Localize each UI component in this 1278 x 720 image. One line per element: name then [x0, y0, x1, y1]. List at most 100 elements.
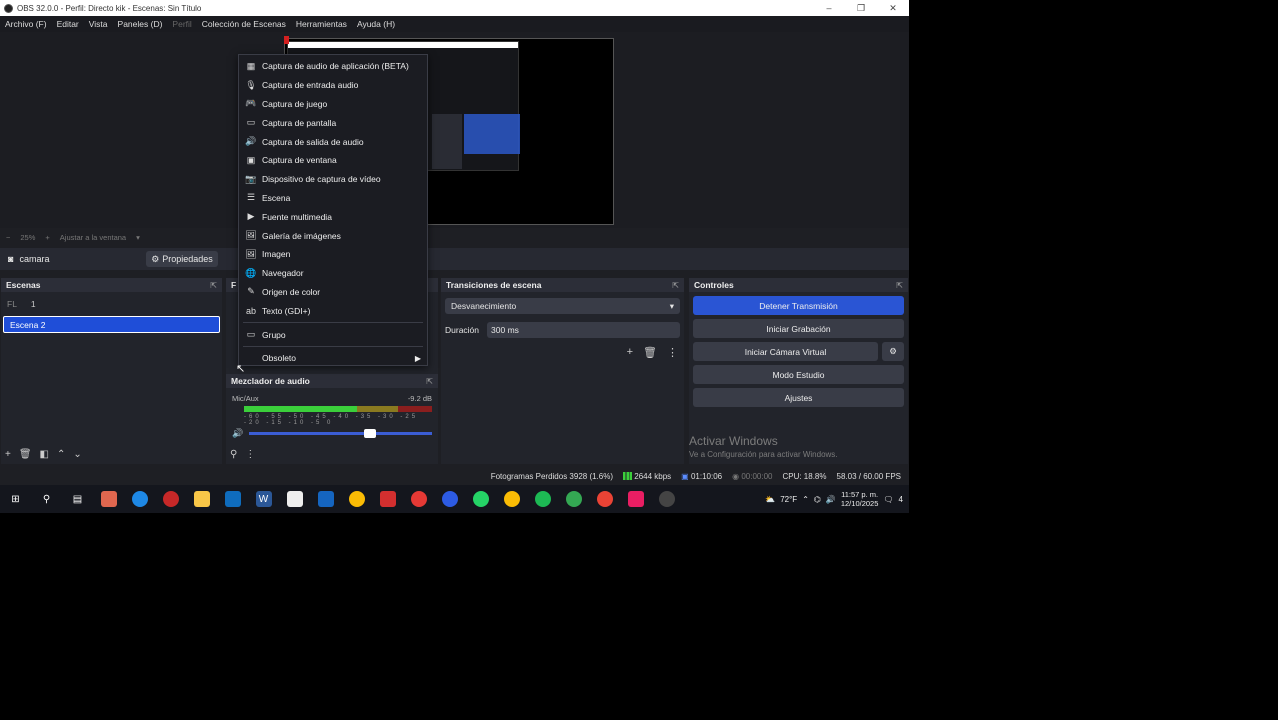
start-virtual-camera-button[interactable]: Iniciar Cámara Virtual: [693, 342, 878, 361]
restore-button[interactable]: ❐: [845, 3, 877, 14]
obs-icon[interactable]: [658, 491, 675, 507]
chrome-icon[interactable]: [503, 491, 520, 507]
menu-item-label: Grupo: [262, 329, 286, 340]
transition-select[interactable]: Desvanecimiento ▾: [445, 298, 680, 314]
speaker-icon[interactable]: 🔊: [232, 428, 243, 439]
screen-recorder-icon[interactable]: [410, 491, 427, 507]
menu-item-text-gdi[interactable]: ab Texto (GDI+): [239, 301, 427, 320]
menu-item-label: Captura de ventana: [262, 155, 337, 166]
link-icon[interactable]: ⚲: [230, 449, 237, 460]
add-icon[interactable]: +: [5, 449, 11, 460]
scene-item-selected[interactable]: Escena 2: [3, 316, 220, 333]
trash-icon[interactable]: 🗑: [643, 346, 657, 359]
menu-item-deprecated[interactable]: Obsoleto ▶: [239, 349, 427, 368]
undock-icon[interactable]: ⇱: [210, 281, 217, 290]
defender-icon[interactable]: [317, 491, 334, 507]
zoom-in-icon[interactable]: +: [45, 233, 49, 242]
menu-item-label: Origen de color: [262, 286, 321, 297]
properties-button[interactable]: ⚙ Propiedades: [146, 251, 218, 267]
menu-item-audio-input-capture[interactable]: 🎙 Captura de entrada audio: [239, 76, 427, 95]
scene-item[interactable]: FL 1: [1, 296, 222, 312]
zoom-icon[interactable]: [441, 491, 458, 507]
channel-name: Mic/Aux: [232, 394, 259, 403]
chrome-icon[interactable]: [348, 491, 365, 507]
menu-item-group[interactable]: ▭ Grupo: [239, 325, 427, 344]
task-view-icon[interactable]: ▤: [70, 491, 86, 507]
settings-button[interactable]: Ajustes: [693, 388, 904, 407]
network-icon[interactable]: ⌬: [814, 495, 821, 504]
menu-item-display-capture[interactable]: ▭ Captura de pantalla: [239, 113, 427, 132]
live-status: ▣ 01:10:06: [681, 472, 722, 481]
opera-icon[interactable]: [162, 491, 179, 507]
word-icon[interactable]: W: [255, 491, 272, 507]
source-toolbar: ◙ camara ⚙ Propiedades: [0, 248, 909, 270]
close-button[interactable]: ✕: [877, 3, 909, 14]
more-options-icon[interactable]: ⋮: [667, 346, 678, 359]
move-up-icon[interactable]: ⌃: [57, 449, 65, 460]
spotify-icon[interactable]: [534, 491, 551, 507]
menu-separator: [243, 345, 423, 347]
menu-item-audio-output-capture[interactable]: 🔊 Captura de salida de audio: [239, 132, 427, 151]
tiktok-icon[interactable]: [627, 491, 644, 507]
windows-start-icon[interactable]: ⊞: [8, 491, 24, 507]
menu-item-label: Dispositivo de captura de vídeo: [262, 174, 381, 185]
weather-icon[interactable]: ⛅: [765, 495, 775, 504]
gear-icon[interactable]: ⚙: [882, 342, 904, 361]
studio-mode-button[interactable]: Modo Estudio: [693, 365, 904, 384]
undock-icon[interactable]: ⇱: [426, 377, 433, 386]
copilot-icon[interactable]: [100, 491, 117, 507]
outlook-icon[interactable]: [224, 491, 241, 507]
notifications-icon[interactable]: 🗨: [883, 495, 893, 504]
scene-icon: FL: [7, 299, 17, 309]
menu-archivo[interactable]: Archivo (F): [5, 19, 47, 29]
meter-ticks: -60 -55 -50 -45 -40 -35 -30 -25 -20 -15 …: [244, 414, 419, 426]
add-icon[interactable]: +: [627, 346, 633, 359]
menu-item-browser[interactable]: 🌐 Navegador: [239, 264, 427, 283]
chevron-up-icon[interactable]: ⌃: [802, 495, 809, 504]
store-icon[interactable]: [286, 491, 303, 507]
more-options-icon[interactable]: ⋮: [245, 449, 255, 460]
menu-vista[interactable]: Vista: [89, 19, 108, 29]
menu-perfil[interactable]: Perfil: [172, 19, 191, 29]
whatsapp-icon[interactable]: [472, 491, 489, 507]
menu-herramientas[interactable]: Herramientas: [296, 19, 347, 29]
menu-paneles[interactable]: Paneles (D): [118, 19, 163, 29]
volume-icon[interactable]: 🔊: [826, 495, 836, 504]
menu-item-window-capture[interactable]: ▣ Captura de ventana: [239, 151, 427, 170]
menu-item-color-source[interactable]: ✎ Origen de color: [239, 283, 427, 302]
trash-icon[interactable]: 🗑: [19, 449, 32, 460]
zoom-out-icon[interactable]: −: [6, 233, 10, 242]
edge-icon[interactable]: [131, 491, 148, 507]
menu-item-label: Captura de audio de aplicación (BETA): [262, 61, 409, 72]
system-clock[interactable]: 11:57 p. m. 12/10/2025: [841, 490, 879, 508]
minimize-button[interactable]: –: [813, 3, 845, 14]
start-recording-button[interactable]: Iniciar Grabación: [693, 319, 904, 338]
chrome-profile-icon[interactable]: [565, 491, 582, 507]
chevron-down-icon[interactable]: ▾: [136, 233, 140, 242]
menu-item-video-capture-device[interactable]: 📷 Dispositivo de captura de vídeo: [239, 170, 427, 189]
duration-spinbox[interactable]: 300 ms: [487, 322, 680, 338]
weather-temp[interactable]: 72°F: [780, 495, 797, 504]
move-down-icon[interactable]: ⌄: [73, 449, 81, 460]
chrome-alt-icon[interactable]: [596, 491, 613, 507]
undock-icon[interactable]: ⇱: [896, 281, 903, 290]
zoom-fit-select[interactable]: Ajustar a la ventana: [60, 233, 126, 242]
volume-slider-knob[interactable]: [364, 429, 377, 438]
menu-item-app-audio-capture[interactable]: ▦ Captura de audio de aplicación (BETA): [239, 57, 427, 76]
menu-item-media-source[interactable]: ▶ Fuente multimedia: [239, 207, 427, 226]
menu-item-scene[interactable]: ☰ Escena: [239, 189, 427, 208]
volume-slider[interactable]: [249, 429, 432, 438]
search-icon[interactable]: ⚲: [39, 491, 55, 507]
menu-ayuda[interactable]: Ayuda (H): [357, 19, 395, 29]
menu-coleccion-escenas[interactable]: Colección de Escenas: [202, 19, 286, 29]
title-bar: OBS 32.0.0 - Perfil: Directo kik - Escen…: [0, 0, 909, 16]
stop-streaming-button[interactable]: Detener Transmisión: [693, 296, 904, 315]
menu-editar[interactable]: Editar: [57, 19, 79, 29]
app-red-icon[interactable]: [379, 491, 396, 507]
menu-item-image[interactable]: 🖼 Imagen: [239, 245, 427, 264]
file-explorer-icon[interactable]: [193, 491, 210, 507]
undock-icon[interactable]: ⇱: [672, 281, 679, 290]
filter-icon[interactable]: ◧: [40, 449, 49, 460]
menu-item-game-capture[interactable]: 🎮 Captura de juego: [239, 95, 427, 114]
menu-item-image-slideshow[interactable]: 🖼 Galería de imágenes: [239, 226, 427, 245]
